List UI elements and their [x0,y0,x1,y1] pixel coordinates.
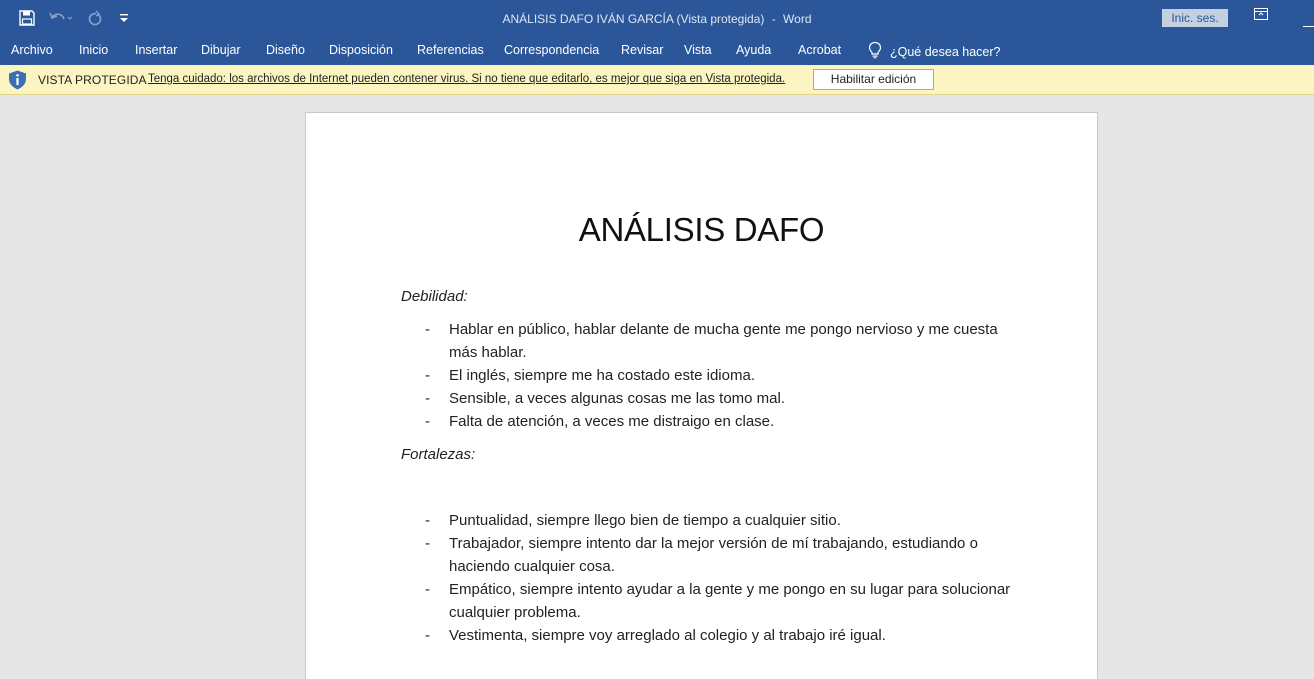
section-heading-fortalezas: Fortalezas: [401,446,476,463]
list-item: - El inglés, siempre me ha costado este i… [401,364,1011,387]
list-item-text: Empático, siempre intento ayudar a la ge… [449,581,1011,621]
tab-referencias[interactable]: Referencias [417,43,484,57]
window-title: ANÁLISIS DAFO IVÁN GARCÍA (Vista protegi… [0,12,1314,26]
bullet-dash: - [425,535,430,552]
list-item: - Empático, siempre intento ayudar a la g… [401,578,1011,624]
document-canvas[interactable]: ANÁLISIS DAFO Debilidad: - Hablar en públ… [0,96,1314,679]
list-item: - Trabajador, siempre intento dar la mejo… [401,532,1011,578]
bullet-dash: - [425,367,430,384]
minimize-icon[interactable] [1303,16,1314,31]
list-item-text: Sensible, a veces algunas cosas me las t… [449,390,785,407]
list-item-text: Puntualidad, siempre llego bien de tiemp… [449,512,841,529]
list-item-text: Falta de atención, a veces me distraigo … [449,413,775,430]
protected-view-bar: VISTA PROTEGIDA Tenga cuidado: los archi… [0,65,1314,95]
tab-acrobat[interactable]: Acrobat [798,43,841,57]
enable-editing-button[interactable]: Habilitar edición [813,69,934,90]
signin-button[interactable]: Inic. ses. [1162,9,1228,27]
list-item-text: El inglés, siempre me ha costado este id… [449,367,755,384]
list-item-text: Hablar en público, hablar delante de muc… [449,321,998,361]
list-item-text: Trabajador, siempre intento dar la mejor… [449,535,978,575]
tab-ayuda[interactable]: Ayuda [736,43,771,57]
bullet-dash: - [425,390,430,407]
ribbon-tabs: Archivo Inicio Insertar Dibujar Diseño D… [0,36,1314,65]
section-heading-debilidad: Debilidad: [401,288,468,305]
bullet-dash: - [425,413,430,430]
list-item: - Puntualidad, siempre llego bien de tiem… [401,509,1011,532]
list-item: - Sensible, a veces algunas cosas me las … [401,387,1011,410]
document-title: ANÁLISIS DAFO [578,211,825,248]
list-item: - Vestimenta, siempre voy arreglado al co… [401,624,1011,647]
tab-inicio[interactable]: Inicio [79,43,108,57]
lightbulb-icon [868,41,882,62]
document-page[interactable]: ANÁLISIS DAFO Debilidad: - Hablar en públ… [305,112,1098,679]
tab-dibujar[interactable]: Dibujar [201,43,241,57]
app-name: Word [783,12,812,26]
title-bar: ANÁLISIS DAFO IVÁN GARCÍA (Vista protegi… [0,0,1314,36]
ribbon-display-icon[interactable] [1254,8,1268,23]
tab-archivo[interactable]: Archivo [11,43,53,57]
weaknesses-list: - Hablar en público, hablar delante de mu… [401,318,1011,433]
tab-correspondencia[interactable]: Correspondencia [504,43,599,57]
bullet-dash: - [425,321,430,338]
tab-revisar[interactable]: Revisar [621,43,663,57]
tab-vista[interactable]: Vista [684,43,712,57]
tell-me-box[interactable]: ¿Qué desea hacer? [868,41,1001,62]
tab-diseno[interactable]: Diseño [266,43,305,57]
tell-me-label: ¿Qué desea hacer? [890,44,1001,59]
title-separator: - [771,12,776,26]
list-item: - Falta de atención, a veces me distraigo… [401,410,1011,433]
protected-view-message[interactable]: Tenga cuidado: los archivos de Internet … [148,73,785,85]
tab-insertar[interactable]: Insertar [135,43,177,57]
tab-disposicion[interactable]: Disposición [329,43,393,57]
list-item-text: Vestimenta, siempre voy arreglado al col… [449,627,886,644]
bullet-dash: - [425,627,430,644]
document-name: ANÁLISIS DAFO IVÁN GARCÍA (Vista protegi… [502,12,765,26]
protected-view-title: VISTA PROTEGIDA [38,73,147,87]
shield-info-icon [8,70,27,90]
strengths-list: - Puntualidad, siempre llego bien de tiem… [401,509,1011,647]
bullet-dash: - [425,581,430,598]
list-item: - Hablar en público, hablar delante de mu… [401,318,1011,364]
bullet-dash: - [425,512,430,529]
